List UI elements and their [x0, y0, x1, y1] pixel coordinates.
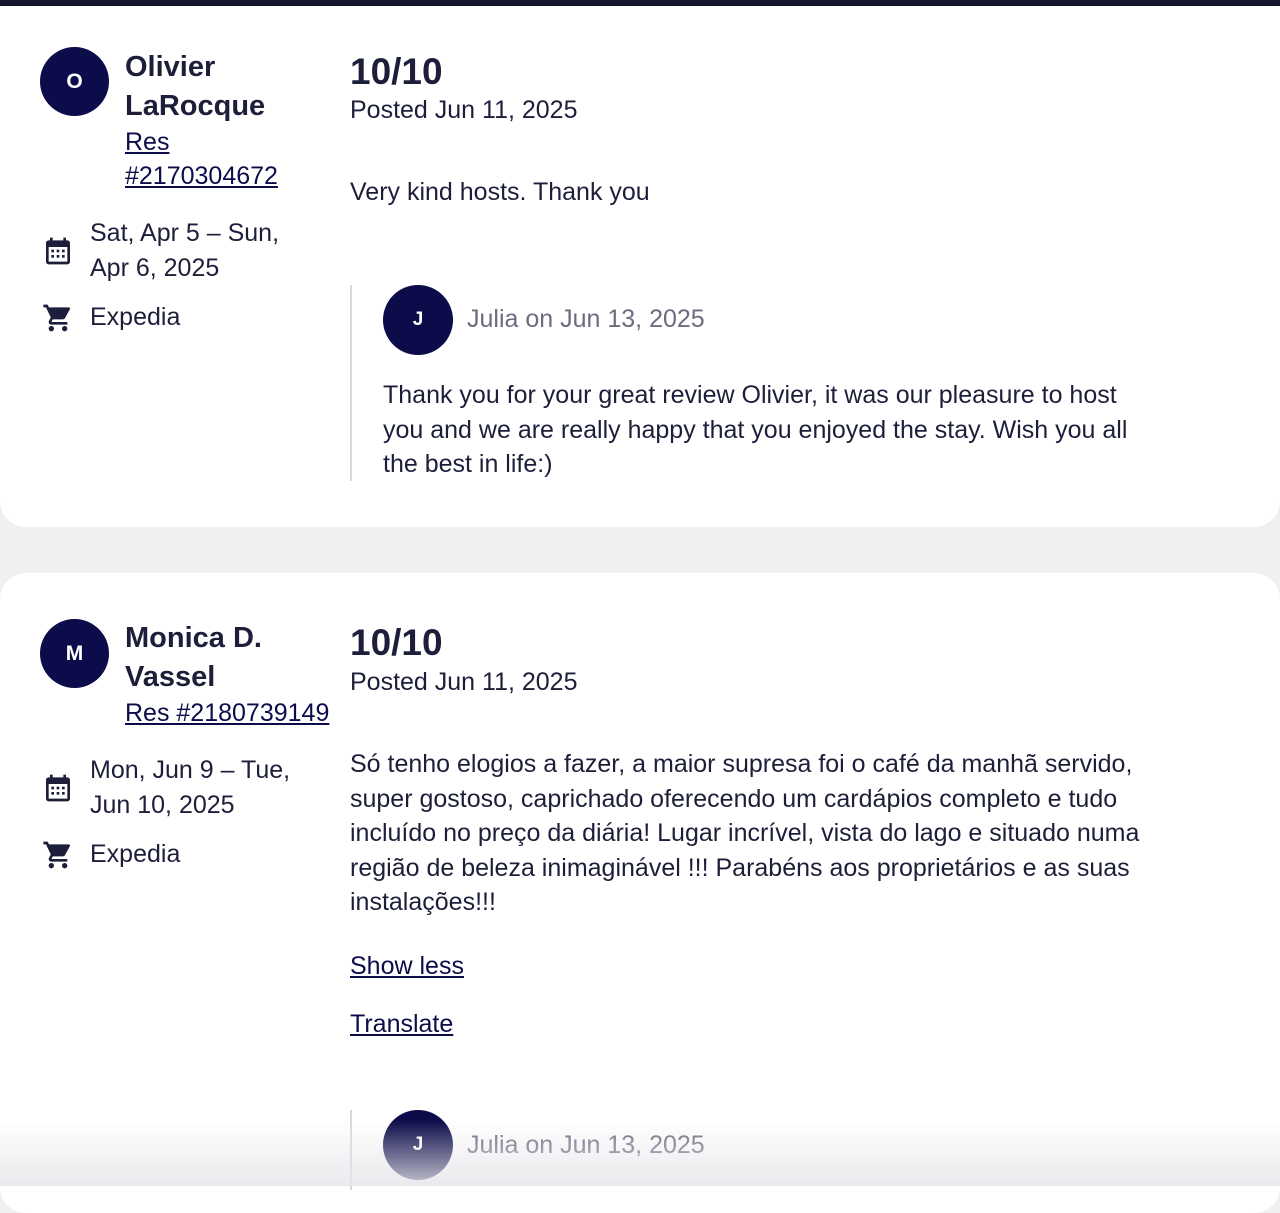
guest-avatar: O — [40, 47, 109, 116]
guest-avatar: M — [40, 619, 109, 688]
stay-dates-line: Mon, Jun 9 – Tue, — [90, 756, 291, 784]
stay-dates-text: Sat, Apr 5 – Sun, Apr 6, 2025 — [90, 216, 279, 286]
reply-text-line: the best in life:) — [383, 450, 553, 478]
stay-dates-line: Jun 10, 2025 — [90, 791, 235, 819]
review-text: Very kind hosts. Thank you — [350, 178, 650, 206]
review-text-line: super gostoso, caprichado oferecendo um … — [350, 784, 1118, 813]
booking-channel: Expedia — [42, 837, 180, 872]
review-score: 10/10 — [350, 51, 443, 92]
channel-text: Expedia — [90, 840, 181, 868]
guest-name: Monica D. Vassel — [125, 619, 262, 697]
booking-channel: Expedia — [42, 300, 180, 335]
calendar-icon — [46, 774, 70, 802]
reply-text-line: Thank you for your great review Olivier,… — [383, 381, 1117, 409]
review-text-line: região de beleza inimaginável !!! Parabé… — [350, 853, 1130, 882]
review-score: 10/10 — [350, 622, 443, 663]
review-text-line: Só tenho elogios a fazer, a maior supres… — [350, 750, 1133, 778]
stay-dates-line: Sat, Apr 5 – Sun, — [90, 219, 280, 247]
review-text-line: incluído no preço da diária! Lugar incrí… — [350, 819, 1140, 847]
translate-link[interactable]: Translate — [350, 1008, 453, 1040]
reply-divider — [350, 1110, 352, 1190]
posted-date: Posted Jun 11, 2025 — [350, 668, 578, 696]
stay-dates: Mon, Jun 9 – Tue, Jun 10, 2025 — [42, 753, 290, 823]
reservation-link-line[interactable]: #2170304672 — [125, 159, 278, 193]
review-card: M Monica D. Vassel Res #2180739149 Mon, … — [0, 573, 1280, 1213]
reply-author: Julia on Jun 13, 2025 — [467, 305, 705, 333]
review-text: Só tenho elogios a fazer, a maior supres… — [350, 747, 1139, 920]
reply-text-line: you and we are really happy that you enj… — [383, 415, 1128, 444]
reply-divider — [350, 285, 352, 481]
reply-text: Thank you for your great review Olivier,… — [383, 378, 1127, 482]
show-less-link[interactable]: Show less — [350, 950, 464, 982]
stay-dates-line: Apr 6, 2025 — [90, 254, 220, 282]
calendar-icon — [46, 237, 70, 265]
host-avatar: J — [383, 285, 453, 355]
reservation-link-line[interactable]: Res — [125, 125, 278, 159]
review-card: O Olivier LaRocque Res #2170304672 Sat, … — [0, 6, 1280, 527]
cart-icon — [43, 304, 71, 331]
guest-name-line: Olivier — [125, 51, 216, 83]
review-text-line: instalações!!! — [350, 888, 496, 916]
guest-name-line: LaRocque — [125, 90, 266, 122]
guest-name: Olivier LaRocque — [125, 48, 265, 126]
stay-dates-text: Mon, Jun 9 – Tue, Jun 10, 2025 — [90, 753, 290, 823]
reservation-link[interactable]: Res #2180739149 — [125, 696, 329, 730]
guest-name-line: Vassel — [125, 661, 216, 693]
reply-author: Julia on Jun 13, 2025 — [467, 1131, 705, 1159]
guest-name-line: Monica D. — [125, 622, 262, 654]
host-avatar: J — [383, 1110, 453, 1180]
stay-dates: Sat, Apr 5 – Sun, Apr 6, 2025 — [42, 216, 279, 286]
reservation-link[interactable]: Res #2170304672 — [125, 125, 278, 193]
cart-icon — [43, 841, 71, 868]
posted-date: Posted Jun 11, 2025 — [350, 96, 578, 124]
channel-text: Expedia — [90, 303, 181, 331]
